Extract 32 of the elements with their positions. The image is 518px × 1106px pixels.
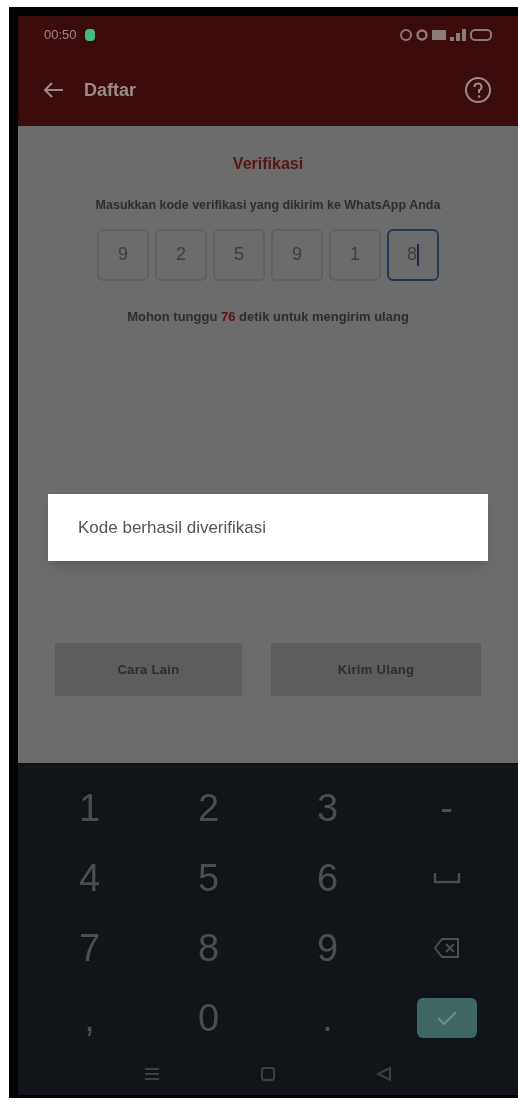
keyboard-key[interactable]: 7 — [62, 919, 117, 977]
header-title: Daftar — [84, 78, 136, 102]
home-icon[interactable] — [260, 1066, 276, 1082]
toast-message: Kode berhasil diverifikasi — [78, 517, 267, 539]
battery-icon — [470, 29, 492, 41]
help-icon[interactable] — [464, 76, 492, 104]
check-icon — [435, 1010, 458, 1026]
keyboard-key[interactable]: 6 — [300, 849, 355, 907]
page-title: Verifikasi — [232, 154, 304, 174]
keyboard-key[interactable]: - — [424, 779, 469, 837]
keyboard-key[interactable]: , — [68, 989, 111, 1047]
instruction-text: Masukkan kode verifikasi yang dikirim ke WhatsApp Anda — [95, 197, 441, 214]
back-icon[interactable] — [376, 1066, 392, 1082]
keyboard-key[interactable]: 9 — [300, 919, 355, 977]
back-arrow-icon[interactable] — [44, 82, 64, 98]
menu-icon[interactable] — [144, 1067, 160, 1081]
resend-countdown-text: Mohon tunggu 76 detik untuk mengirim ulang — [127, 307, 409, 326]
done-key[interactable] — [416, 998, 477, 1038]
signal-icon — [450, 29, 466, 41]
space-key-icon[interactable] — [432, 871, 461, 885]
notification-icon — [84, 29, 95, 41]
keyboard-key[interactable]: 5 — [181, 849, 236, 907]
keyboard-key[interactable]: . — [306, 989, 349, 1047]
keyboard-key[interactable]: 3 — [300, 779, 355, 837]
ring-icon — [416, 29, 428, 41]
keyboard-key[interactable]: 1 — [62, 779, 117, 837]
keyboard-key[interactable]: 4 — [62, 849, 117, 907]
keyboard-key[interactable]: 2 — [181, 779, 236, 837]
backspace-icon[interactable] — [433, 938, 460, 958]
keyboard-key[interactable]: 0 — [181, 989, 236, 1047]
keyboard-key[interactable]: 8 — [181, 919, 236, 977]
status-time: 00:50 — [44, 26, 77, 45]
